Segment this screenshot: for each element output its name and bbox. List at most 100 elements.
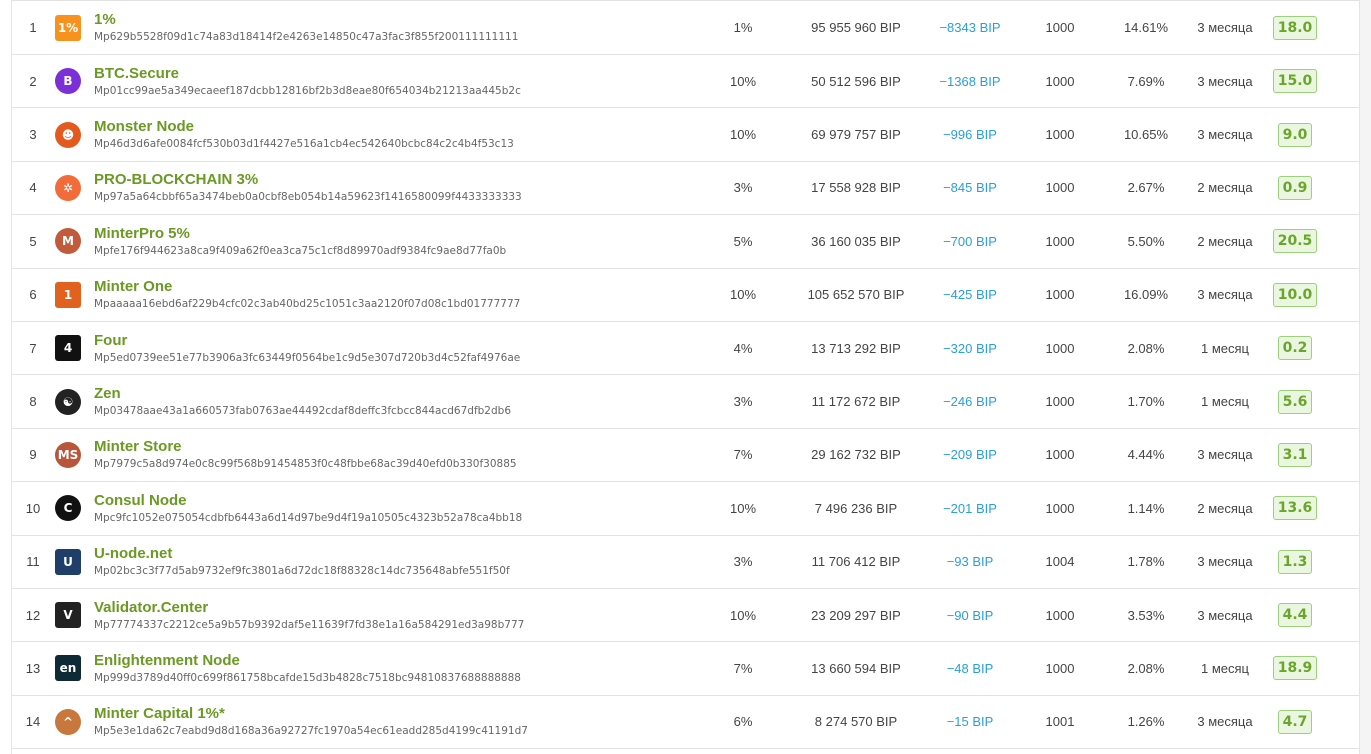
validator-row[interactable]: 13 en Enlightenment Node Mp999d3789d40ff… [12, 642, 1359, 696]
delta-cell: −996 BIP [943, 127, 997, 143]
validator-name-link[interactable]: Consul Node [94, 492, 187, 510]
validator-name-link[interactable]: Minter One [94, 278, 172, 296]
validator-address: Mpaaaaa16ebd6af229b4cfc02c3ab40bd25c1051… [94, 298, 521, 311]
validator-address: Mp01cc99ae5a349ecaeef187dcbb12816bf2b3d8… [94, 84, 521, 97]
rank: 2 [29, 73, 37, 89]
rank: 9 [29, 447, 37, 463]
validator-name-link[interactable]: Validator.Center [94, 599, 208, 617]
name-cell: BTC.Secure Mp01cc99ae5a349ecaeef187dcbb1… [94, 55, 654, 107]
validator-name-link[interactable]: Monster Node [94, 118, 194, 136]
u-node-logo-icon: U [55, 548, 81, 575]
name-cell: Validator.Center Mp77774337c2212ce5a9b57… [94, 589, 654, 641]
validator-name-link[interactable]: Minter Capital 1%* [94, 705, 225, 723]
commission-cell: 7% [733, 660, 753, 676]
score-cell: 0.9 [1270, 162, 1320, 214]
validator-address: Mp999d3789d40ff0c699f861758bcafde15d3b48… [94, 671, 521, 684]
logo-cell: U [54, 536, 82, 588]
minterpro-logo-icon: M [55, 228, 81, 255]
slots-cell: 1000 [1045, 340, 1075, 356]
validator-row[interactable]: 4 ✲ PRO-BLOCKCHAIN 3% Mp97a5a64cbbf65a34… [12, 162, 1359, 216]
validator-center-logo-icon: V [55, 602, 81, 629]
validator-name-link[interactable]: U-node.net [94, 545, 172, 563]
score-cell: 0.2 [1270, 322, 1320, 374]
rank: 4 [29, 180, 37, 196]
age-cell: 3 месяца [1197, 127, 1253, 143]
validator-name-link[interactable]: Enlightenment Node [94, 652, 240, 670]
validator-name-link[interactable]: MinterPro 5% [94, 225, 190, 243]
stake-cell: 13 660 594 BIP [811, 660, 901, 676]
validator-row[interactable]: 11 U U-node.net Mp02bc3c3f77d5ab9732ef9f… [12, 536, 1359, 589]
name-cell: Zen Mp03478aae43a1a660573fab0763ae44492c… [94, 375, 654, 427]
validator-row[interactable]: 14 ^ Minter Capital 1%* Mp5e3e1da62c7eab… [12, 696, 1359, 750]
slots-cell: 1000 [1045, 127, 1075, 143]
validator-name-link[interactable]: 1% [94, 11, 116, 29]
rank-cell: 4 [12, 162, 54, 214]
validator-row[interactable]: 6 1 Minter One Mpaaaaa16ebd6af229b4cfc02… [12, 269, 1359, 322]
percent-logo-icon: 1% [55, 14, 81, 41]
commission-cell: 3% [733, 180, 753, 196]
delta-cell: −201 BIP [943, 500, 997, 516]
slots-cell: 1000 [1045, 607, 1075, 623]
minter-one-logo-icon: 1 [55, 281, 81, 308]
rank-cell: 6 [12, 269, 54, 321]
score-cell: 18.9 [1270, 642, 1320, 694]
validator-name-link[interactable]: Four [94, 332, 127, 350]
stake-cell: 23 209 297 BIP [811, 607, 901, 623]
commission-cell: 3% [733, 554, 753, 570]
btc-secure-logo-icon: B [55, 68, 81, 95]
logo-cell: ☯ [54, 375, 82, 427]
validator-row[interactable]: 1 1% 1% Mp629b5528f09d1c74a83d18414f2e42… [12, 0, 1359, 55]
validator-row[interactable]: 3 ☻ Monster Node Mp46d3d6afe0084fcf530b0… [12, 108, 1359, 162]
rank: 13 [25, 660, 41, 676]
delta-cell: −845 BIP [943, 180, 997, 196]
stake-cell: 29 162 732 BIP [811, 447, 901, 463]
age-cell: 1 месяц [1201, 340, 1249, 356]
rank-cell: 9 [12, 429, 54, 481]
stake-cell: 69 979 757 BIP [811, 127, 901, 143]
logo-cell: ^ [54, 696, 82, 748]
slots-cell: 1004 [1045, 554, 1075, 570]
score-badge: 4.7 [1277, 709, 1313, 734]
validator-name-link[interactable]: Zen [94, 385, 121, 403]
commission-cell: 1% [733, 20, 753, 35]
score-cell: 4.4 [1270, 589, 1320, 641]
validator-address: Mpfe176f944623a8ca9f409a62f0ea3ca75c1cf8… [94, 244, 507, 257]
validator-address: Mp7979c5a8d974e0c8c99f568b91454853f0c48f… [94, 458, 517, 471]
delta-cell: −209 BIP [943, 447, 997, 463]
validator-row[interactable]: 7 4 Four Mp5ed0739ee51e77b3906a3fc63449f… [12, 322, 1359, 376]
validator-name-link[interactable]: Minter Store [94, 438, 182, 456]
rank: 3 [29, 127, 37, 143]
commission-cell: 10% [729, 500, 757, 516]
delta-cell: −15 BIP [946, 714, 994, 730]
slots-cell: 1001 [1045, 714, 1075, 730]
validator-name-link[interactable]: PRO-BLOCKCHAIN 3% [94, 171, 258, 189]
validator-row[interactable]: 2 B BTC.Secure Mp01cc99ae5a349ecaeef187d… [12, 55, 1359, 109]
score-cell: 3.1 [1270, 429, 1320, 481]
logo-cell: 1% [54, 1, 82, 54]
rank-cell: 13 [12, 642, 54, 694]
validator-address: Mp03478aae43a1a660573fab0763ae44492cdaf8… [94, 405, 511, 418]
commission-cell: 4% [733, 340, 753, 356]
age-cell: 1 месяц [1201, 394, 1249, 410]
name-cell: 1% Mp629b5528f09d1c74a83d18414f2e4263e14… [94, 1, 654, 54]
score-badge: 18.0 [1272, 15, 1318, 40]
logo-cell: ✲ [54, 162, 82, 214]
validator-row[interactable]: 5 M MinterPro 5% Mpfe176f944623a8ca9f409… [12, 215, 1359, 269]
rank: 5 [29, 233, 37, 249]
validator-row[interactable]: 8 ☯ Zen Mp03478aae43a1a660573fab0763ae44… [12, 375, 1359, 429]
score-badge: 1.3 [1277, 549, 1313, 574]
stake-cell: 7 496 236 BIP [814, 500, 898, 516]
validator-address: Mpc9fc1052e075054cdbfb6443a6d14d97be9d4f… [94, 511, 523, 524]
commission-cell: 10% [729, 127, 757, 143]
rank-cell: 14 [12, 696, 54, 748]
delta-cell: −700 BIP [943, 233, 997, 249]
slots-cell: 1000 [1045, 287, 1075, 303]
validator-name-link[interactable]: BTC.Secure [94, 65, 179, 83]
logo-cell: 1 [54, 269, 82, 321]
validator-row[interactable]: 9 MS Minter Store Mp7979c5a8d974e0c8c99f… [12, 429, 1359, 483]
validator-row[interactable]: 10 C Consul Node Mpc9fc1052e075054cdbfb6… [12, 482, 1359, 536]
delta-cell: −48 BIP [946, 660, 994, 676]
validator-row[interactable]: 12 V Validator.Center Mp77774337c2212ce5… [12, 589, 1359, 643]
rank-cell: 7 [12, 322, 54, 374]
logo-cell: V [54, 589, 82, 641]
